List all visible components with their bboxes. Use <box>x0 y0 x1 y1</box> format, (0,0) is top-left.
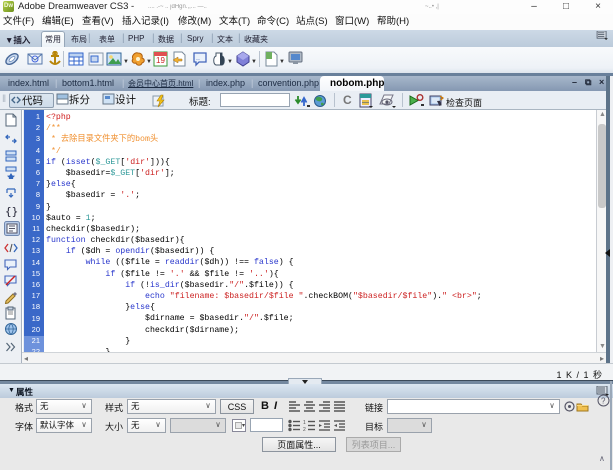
svg-text:19: 19 <box>156 56 165 65</box>
svg-text:1: 1 <box>303 420 306 426</box>
svg-text:{}: {} <box>5 205 18 218</box>
svg-text:?: ? <box>601 397 606 406</box>
svg-text:2: 2 <box>303 427 306 432</box>
svg-text:..: .. <box>196 55 200 62</box>
